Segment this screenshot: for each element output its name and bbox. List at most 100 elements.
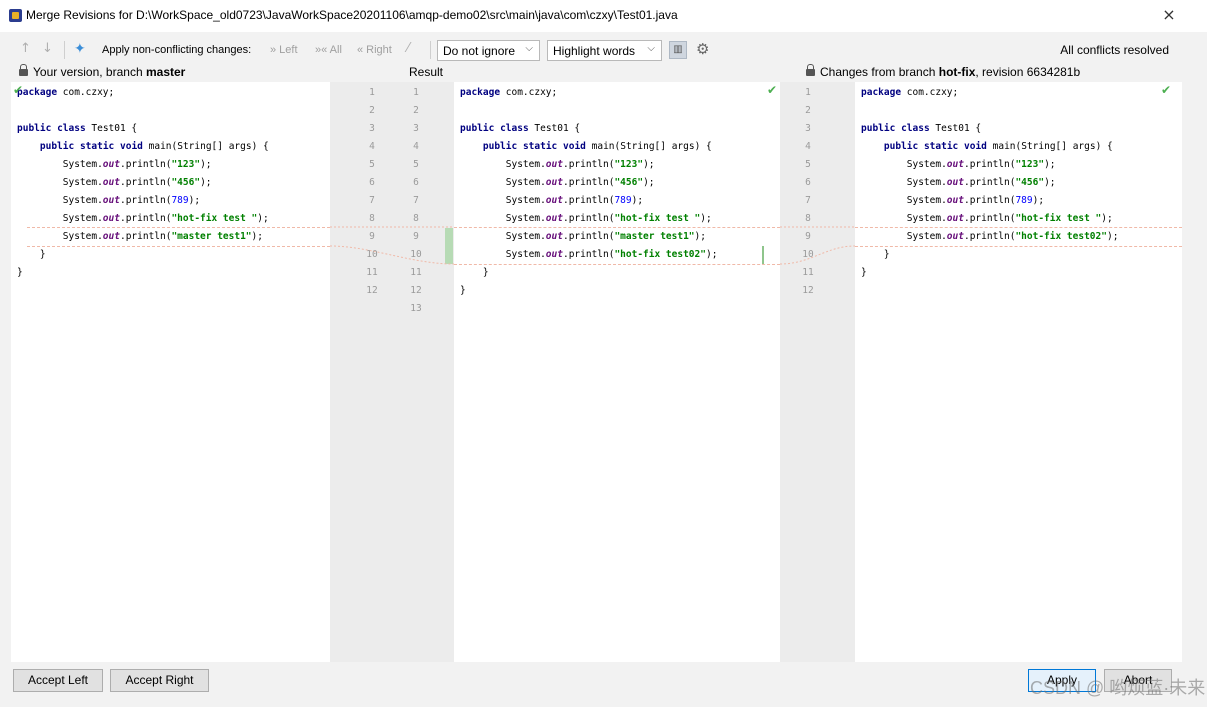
- left-line-number: 3: [369, 123, 375, 134]
- result-code-line: System.out.println(789);: [460, 195, 644, 206]
- result-right-gutter: 1 2 3 4 5 6 7 8 9 10 11 12: [780, 82, 855, 662]
- right-panel-header: Changes from branch hot-fix, revision 66…: [806, 64, 1081, 81]
- result-line-number: 9: [413, 231, 419, 242]
- intellij-app-icon: [9, 9, 22, 22]
- result-code-line: }: [460, 267, 489, 278]
- csdn-watermark: CSDN @ 哟烦蓝·未来: [1030, 678, 1206, 698]
- result-code-line: public class Test01 {: [460, 123, 581, 134]
- right-code-line: public static void main(String[] args) {: [883, 141, 1113, 152]
- right-code-line: package com.czxy;: [861, 87, 959, 98]
- apply-all-button[interactable]: »« All: [315, 44, 342, 56]
- right-code-line: }: [861, 249, 890, 260]
- right-code-line: public class Test01 {: [861, 123, 982, 134]
- result-line-number: 7: [413, 195, 419, 206]
- result-code-line: System.out.println("456");: [460, 177, 655, 188]
- right-code-line: }: [861, 267, 867, 278]
- right-code-line: System.out.println("123");: [861, 159, 1056, 170]
- left-code-line: public static void main(String[] args) {: [39, 141, 269, 152]
- result-code-line: System.out.println("hot-fix test02");: [460, 249, 718, 260]
- left-panel-header: Your version, branch master: [19, 64, 186, 81]
- highlight-mode-dropdown[interactable]: Highlight words ⌵: [547, 40, 662, 61]
- right-line-number: 4: [805, 141, 811, 152]
- left-code-line: }: [17, 267, 23, 278]
- right-line-number: 6: [805, 177, 811, 188]
- left-code-line: System.out.println("456");: [17, 177, 212, 188]
- window-title: Merge Revisions for D:\WorkSpace_old0723…: [26, 8, 678, 22]
- right-code-line: System.out.println("456");: [861, 177, 1056, 188]
- result-code-line: System.out.println("hot-fix test ");: [460, 213, 712, 224]
- next-conflict-icon[interactable]: ↓: [42, 42, 53, 56]
- result-code-line: System.out.println("123");: [460, 159, 655, 170]
- right-code-line: System.out.println(789);: [861, 195, 1045, 206]
- apply-right-button[interactable]: « Right: [357, 44, 392, 56]
- left-line-number: 6: [369, 177, 375, 188]
- accept-left-button[interactable]: Accept Left: [13, 669, 103, 692]
- conflict-status: All conflicts resolved: [1060, 43, 1169, 57]
- result-line-number: 4: [413, 141, 419, 152]
- left-line-number: 1: [369, 87, 375, 98]
- left-line-number: 12: [366, 285, 378, 296]
- result-line-number: 11: [410, 267, 422, 278]
- left-code-line: System.out.println("123");: [17, 159, 212, 170]
- right-line-number: 1: [805, 87, 811, 98]
- right-branch-name: hot-fix: [938, 65, 976, 79]
- right-line-number: 12: [802, 285, 814, 296]
- ignore-whitespace-dropdown[interactable]: Do not ignore ⌵: [437, 40, 540, 61]
- right-editor-pane[interactable]: package com.czxy; public class Test01 { p…: [855, 82, 1182, 662]
- toolbar-separator: [430, 41, 431, 59]
- right-header-prefix: Changes from branch: [820, 65, 939, 79]
- left-line-number: 8: [369, 213, 375, 224]
- result-line-number: 13: [410, 303, 422, 314]
- left-line-number: 2: [369, 105, 375, 116]
- right-line-number: 7: [805, 195, 811, 206]
- right-line-number: 8: [805, 213, 811, 224]
- left-code-line: package com.czxy;: [17, 87, 115, 98]
- title-bar: Merge Revisions for D:\WorkSpace_old0723…: [0, 0, 1207, 32]
- close-icon[interactable]: ×: [1160, 6, 1178, 24]
- result-line-number: 3: [413, 123, 419, 134]
- result-code-line: public static void main(String[] args) {: [482, 141, 712, 152]
- right-line-number: 3: [805, 123, 811, 134]
- result-code-line: }: [460, 285, 466, 296]
- lock-icon: [19, 64, 28, 76]
- left-code-line: }: [17, 249, 46, 260]
- left-line-number: 7: [369, 195, 375, 206]
- result-line-number: 6: [413, 177, 419, 188]
- left-line-number: 10: [366, 249, 378, 260]
- apply-left-button[interactable]: » Left: [270, 44, 298, 56]
- result-code-line: package com.czxy;: [460, 87, 558, 98]
- left-code-line: System.out.println("hot-fix test ");: [17, 213, 269, 224]
- left-editor-pane[interactable]: package com.czxy; public class Test01 { p…: [11, 82, 330, 662]
- result-line-number: 10: [410, 249, 422, 260]
- left-line-number: 5: [369, 159, 375, 170]
- right-line-number: 11: [802, 267, 814, 278]
- left-code-line: System.out.println("master test1");: [17, 231, 263, 242]
- left-line-number: 4: [369, 141, 375, 152]
- toolbar-separator: [64, 41, 65, 59]
- left-branch-name: master: [145, 65, 186, 79]
- left-line-number: 11: [366, 267, 378, 278]
- accept-right-button[interactable]: Accept Right: [110, 669, 209, 692]
- left-code-line: System.out.println(789);: [17, 195, 201, 206]
- result-line-number: 5: [413, 159, 419, 170]
- result-panel-header: Result: [409, 65, 444, 79]
- lock-icon: [806, 64, 815, 76]
- merge-editor: package com.czxy; public class Test01 { p…: [11, 82, 1182, 662]
- result-line-number: 2: [413, 105, 419, 116]
- ignore-dropdown-value: Do not ignore: [443, 44, 516, 58]
- gear-icon[interactable]: ⚙: [696, 41, 709, 57]
- right-line-number: 2: [805, 105, 811, 116]
- left-result-gutter: 1 2 3 4 5 6 7 8 9 10 11 12 1 2 3 4 5 6 7 8 9 10 11 12 13: [330, 82, 454, 662]
- resolve-magic-icon[interactable]: ✦: [74, 42, 86, 56]
- result-line-number: 8: [413, 213, 419, 224]
- apply-non-conflicting-label: Apply non-conflicting changes:: [102, 44, 252, 56]
- chevron-down-icon: ⌵: [647, 43, 655, 54]
- result-line-number: 1: [413, 87, 419, 98]
- result-editor-pane[interactable]: package com.czxy; public class Test01 { p…: [454, 82, 780, 662]
- prev-conflict-icon[interactable]: ↑: [20, 42, 31, 56]
- right-line-number: 5: [805, 159, 811, 170]
- sync-scroll-toggle-icon[interactable]: ▥: [669, 41, 687, 59]
- right-header-revision: , revision 6634281b: [975, 65, 1081, 79]
- right-line-number: 10: [802, 249, 814, 260]
- magic-wand-icon[interactable]: ⁄: [407, 42, 409, 56]
